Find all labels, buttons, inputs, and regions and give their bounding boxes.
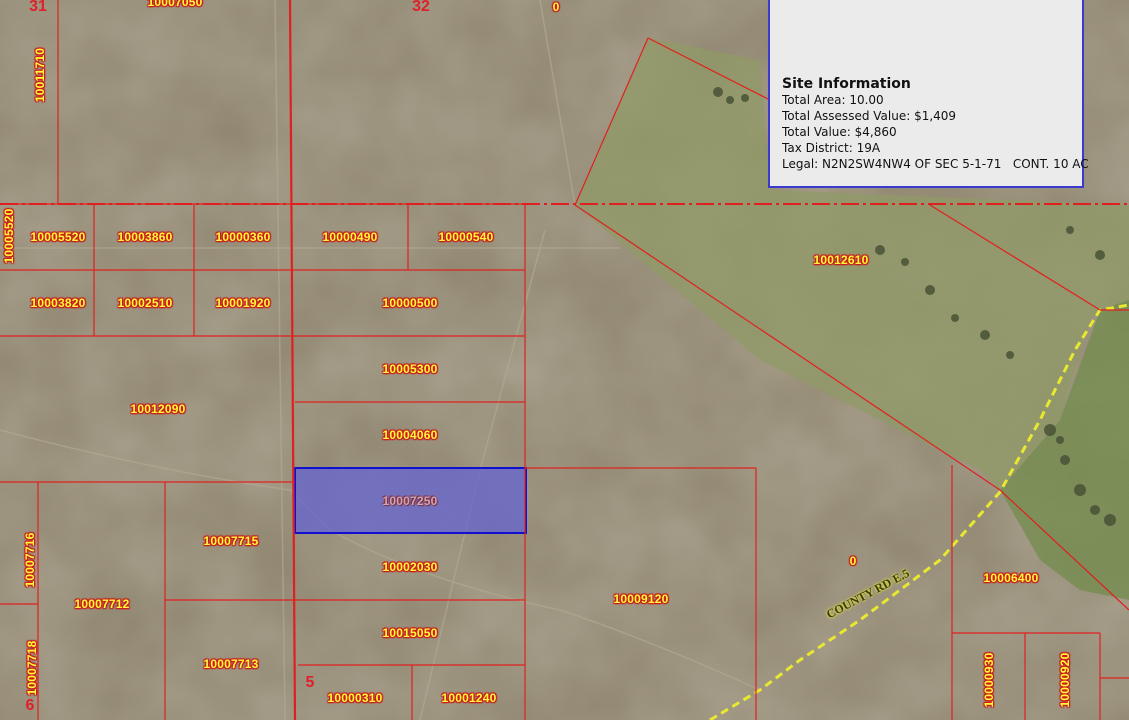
tax-district: Tax District: 19A	[782, 141, 881, 155]
parcel-label[interactable]: 10015050	[383, 626, 438, 640]
parcel-label[interactable]: 10000930	[982, 653, 996, 708]
section-number-31: 31	[29, 0, 47, 15]
parcel-label[interactable]: 10004060	[383, 428, 438, 442]
parcel-label[interactable]: 10002510	[118, 296, 173, 310]
parcel-label[interactable]: 10007718	[25, 641, 39, 696]
parcel-label[interactable]: 10012610	[814, 253, 869, 267]
parcel-label-selected[interactable]: 10007250	[383, 494, 438, 508]
parcel-label[interactable]: 10001920	[216, 296, 271, 310]
parcel-label[interactable]: 10000490	[323, 230, 378, 244]
parcel-label[interactable]: 10005520	[31, 230, 86, 244]
parcel-label[interactable]: 10009120	[614, 592, 669, 606]
parcel-label[interactable]: 10005520	[2, 209, 16, 264]
parcel-label[interactable]: 0	[553, 0, 560, 14]
total-area: Total Area: 10.00	[782, 93, 884, 107]
site-information-title: Site Information	[782, 76, 911, 92]
site-information-panel: Site Information Total Area: 10.00 Total…	[768, 0, 1089, 188]
parcel-label[interactable]: 10007716	[23, 533, 37, 588]
section-number-32: 32	[412, 0, 430, 15]
parcel-label[interactable]: 10007712	[75, 597, 130, 611]
parcel-label[interactable]: 10007715	[204, 534, 259, 548]
parcel-label[interactable]: 0	[850, 554, 857, 568]
total-assessed-value: Total Assessed Value: $1,409	[782, 109, 957, 123]
parcel-label[interactable]: 10006400	[984, 571, 1039, 585]
parcel-label[interactable]: 10007050	[148, 0, 203, 9]
parcel-label[interactable]: 10011710	[33, 48, 47, 102]
parcel-label[interactable]: 10007713	[204, 657, 259, 671]
parcel-label[interactable]: 10012090	[131, 402, 186, 416]
legal-description: Legal: N2N2SW4NW4 OF SEC 5-1-71 CONT. 10…	[782, 157, 1089, 171]
section-number-6: 6	[25, 697, 35, 714]
parcel-label[interactable]: 10002030	[383, 560, 438, 574]
parcel-label[interactable]: 10000360	[216, 230, 271, 244]
parcel-label[interactable]: 10000920	[1058, 653, 1072, 708]
parcel-label[interactable]: 10000500	[383, 296, 438, 310]
parcel-label[interactable]: 10003820	[31, 296, 86, 310]
parcel-label[interactable]: 10003860	[118, 230, 173, 244]
section-number-5: 5	[305, 674, 315, 691]
parcel-label[interactable]: 10001240	[442, 691, 497, 705]
parcel-label[interactable]: 10005300	[383, 362, 438, 376]
parcel-label[interactable]: 10000310	[328, 691, 383, 705]
parcel-label[interactable]: 10000540	[439, 230, 494, 244]
total-value: Total Value: $4,860	[782, 125, 897, 139]
